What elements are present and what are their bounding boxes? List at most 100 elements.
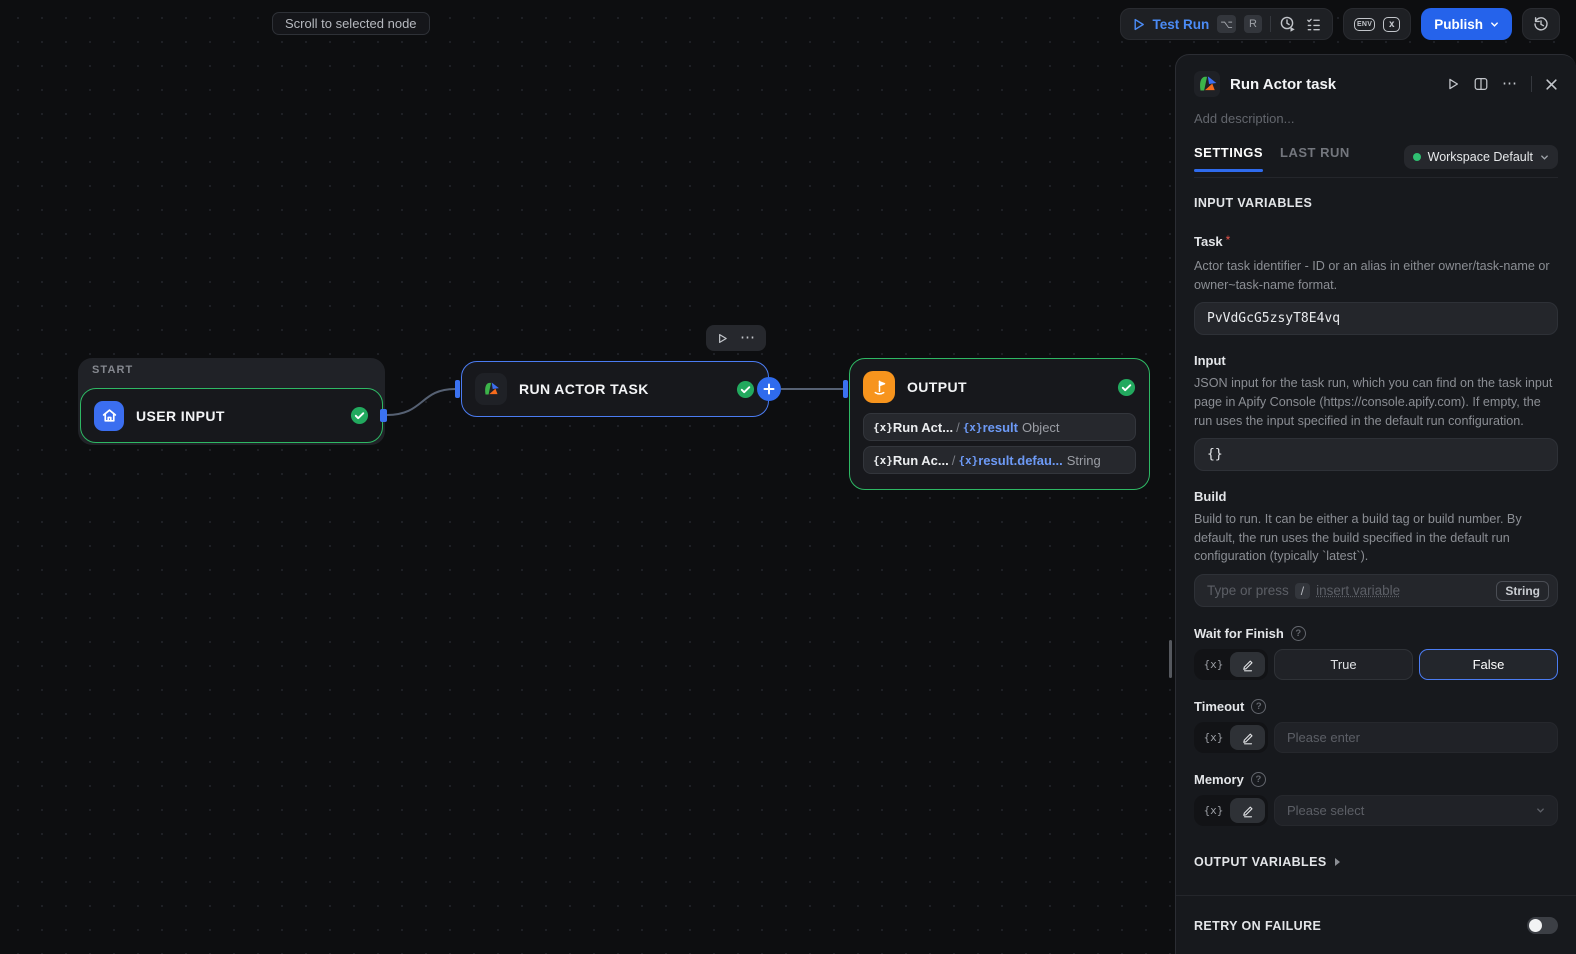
output-variables-section[interactable]: OUTPUT VARIABLES [1194, 855, 1558, 895]
success-check-icon [350, 406, 369, 425]
slash-key-hint: / [1294, 582, 1311, 599]
option-true-button[interactable]: True [1274, 649, 1413, 680]
input-field: Input JSON input for the task run, which… [1194, 353, 1558, 472]
run-actor-task-node[interactable]: RUN ACTOR TASK [461, 361, 781, 417]
value-mode-toggle: {x} [1194, 722, 1268, 753]
required-mark: * [1225, 233, 1231, 247]
task-label: Task [1194, 234, 1223, 249]
flag-icon [863, 371, 895, 403]
variable-mode-button[interactable]: {x} [1197, 658, 1230, 671]
run-history-clock-icon[interactable] [1279, 15, 1297, 33]
retry-on-failure-label: RETRY ON FAILURE [1194, 918, 1322, 933]
path-separator: / [956, 419, 960, 435]
checklist-icon[interactable] [1305, 16, 1322, 33]
variable-type: Object [1021, 419, 1060, 435]
value-mode-toggle: {x} [1194, 795, 1268, 826]
help-icon[interactable]: ? [1251, 699, 1267, 714]
workflow-tools-group: ENV x [1342, 8, 1412, 40]
success-check-icon [1117, 378, 1136, 397]
wait-for-finish-field: Wait for Finish ? {x} True False [1194, 626, 1558, 680]
variable-path: result [982, 419, 1018, 435]
env-variables-icon[interactable]: ENV [1353, 17, 1376, 31]
output-node[interactable]: OUTPUT {x} Run Act... / {x} result Object … [849, 358, 1150, 490]
version-history-icon[interactable] [1532, 15, 1550, 33]
output-variable-row[interactable]: {x} Run Ac... / {x} result.defau... String [863, 446, 1136, 474]
variable-type: String [1066, 452, 1101, 468]
memory-select[interactable]: Please select [1274, 795, 1558, 826]
split-view-icon[interactable] [1473, 76, 1489, 92]
run-node-icon[interactable] [1446, 77, 1460, 91]
build-placeholder: Type or press [1207, 583, 1289, 598]
task-input[interactable] [1194, 302, 1558, 336]
build-field: Build Build to run. It can be either a b… [1194, 489, 1558, 607]
publish-button[interactable]: Publish [1421, 8, 1512, 40]
workspace-selector[interactable]: Workspace Default [1403, 145, 1558, 169]
shortcut-option-key: ⌥ [1217, 15, 1236, 33]
env-label: ENV [1353, 17, 1376, 31]
output-variable-row[interactable]: {x} Run Act... / {x} result Object [863, 413, 1136, 441]
publish-label: Publish [1434, 16, 1483, 32]
task-field: Task * Actor task identifier - ID or an a… [1194, 233, 1558, 336]
input-handle-output[interactable] [843, 380, 848, 398]
variable-source: Run Act... [892, 419, 954, 435]
timeout-field: Timeout ? {x} [1194, 699, 1558, 753]
more-options-icon[interactable]: ⋯ [1502, 76, 1518, 91]
scroll-to-selected-node-button[interactable]: Scroll to selected node [272, 12, 430, 35]
add-node-plus-icon[interactable] [757, 377, 781, 401]
value-mode-toggle: {x} [1194, 649, 1268, 680]
run-node-icon[interactable] [716, 332, 729, 345]
shortcut-r-key: R [1243, 15, 1262, 33]
variable-icon: {x} [962, 420, 983, 434]
toggle-knob [1529, 919, 1542, 932]
help-icon[interactable]: ? [1290, 626, 1306, 641]
input-handle-actor[interactable] [455, 380, 460, 398]
description-input[interactable]: Add description... [1194, 111, 1558, 126]
edit-mode-button[interactable] [1230, 652, 1265, 677]
user-input-node[interactable]: USER INPUT [80, 388, 383, 443]
chevron-down-icon [1541, 154, 1548, 160]
close-icon[interactable] [1545, 78, 1558, 91]
memory-field: Memory ? {x} Please select [1194, 772, 1558, 826]
panel-tabs: SETTINGS LAST RUN Workspace Default [1194, 145, 1558, 178]
variable-mode-button[interactable]: {x} [1197, 804, 1230, 817]
edit-mode-button[interactable] [1230, 725, 1265, 750]
node-more-icon[interactable]: ⋯ [740, 330, 756, 345]
play-icon [1134, 18, 1144, 30]
variable-mode-button[interactable]: {x} [1197, 731, 1230, 744]
node-hover-toolbar: ⋯ [706, 325, 766, 351]
edit-mode-button[interactable] [1230, 798, 1265, 823]
variable-icon: {x} [958, 453, 979, 467]
variable-source: Run Ac... [892, 452, 949, 468]
build-description: Build to run. It can be either a build t… [1194, 512, 1522, 564]
input-variables-header: INPUT VARIABLES [1194, 196, 1313, 210]
output-handle-user-input[interactable] [380, 409, 387, 422]
panel-resize-handle[interactable] [1169, 640, 1172, 678]
tab-last-run[interactable]: LAST RUN [1280, 145, 1350, 172]
type-badge: String [1496, 580, 1549, 601]
help-icon[interactable]: ? [1250, 772, 1266, 787]
option-false-button[interactable]: False [1419, 649, 1558, 680]
workspace-label: Workspace Default [1427, 150, 1533, 164]
build-input[interactable]: Type or press / insert variable String [1194, 574, 1558, 607]
home-icon [94, 400, 124, 431]
chevron-down-icon [1537, 808, 1544, 813]
retry-toggle[interactable] [1527, 917, 1558, 934]
workflow-editor: Scroll to selected node START USER INPUT [0, 0, 1576, 954]
json-input[interactable] [1194, 438, 1558, 472]
variable-icon: {x} [873, 453, 893, 467]
variables-icon[interactable]: x [1383, 16, 1401, 32]
variable-path: result.defau... [978, 452, 1063, 468]
start-group-label: START [92, 364, 134, 376]
divider [1531, 76, 1532, 92]
tab-settings[interactable]: SETTINGS [1194, 145, 1264, 172]
retry-on-failure-row: RETRY ON FAILURE [1194, 896, 1558, 954]
test-run-button[interactable]: Test Run [1131, 17, 1209, 32]
input-label: Input [1194, 353, 1226, 369]
wait-for-finish-label: Wait for Finish [1194, 626, 1284, 641]
build-label: Build [1194, 489, 1227, 505]
timeout-label: Timeout [1194, 699, 1245, 714]
timeout-input[interactable] [1274, 722, 1558, 753]
success-check-icon [736, 380, 755, 399]
insert-variable-link[interactable]: insert variable [1316, 583, 1400, 598]
workspace-status-dot [1412, 153, 1421, 161]
